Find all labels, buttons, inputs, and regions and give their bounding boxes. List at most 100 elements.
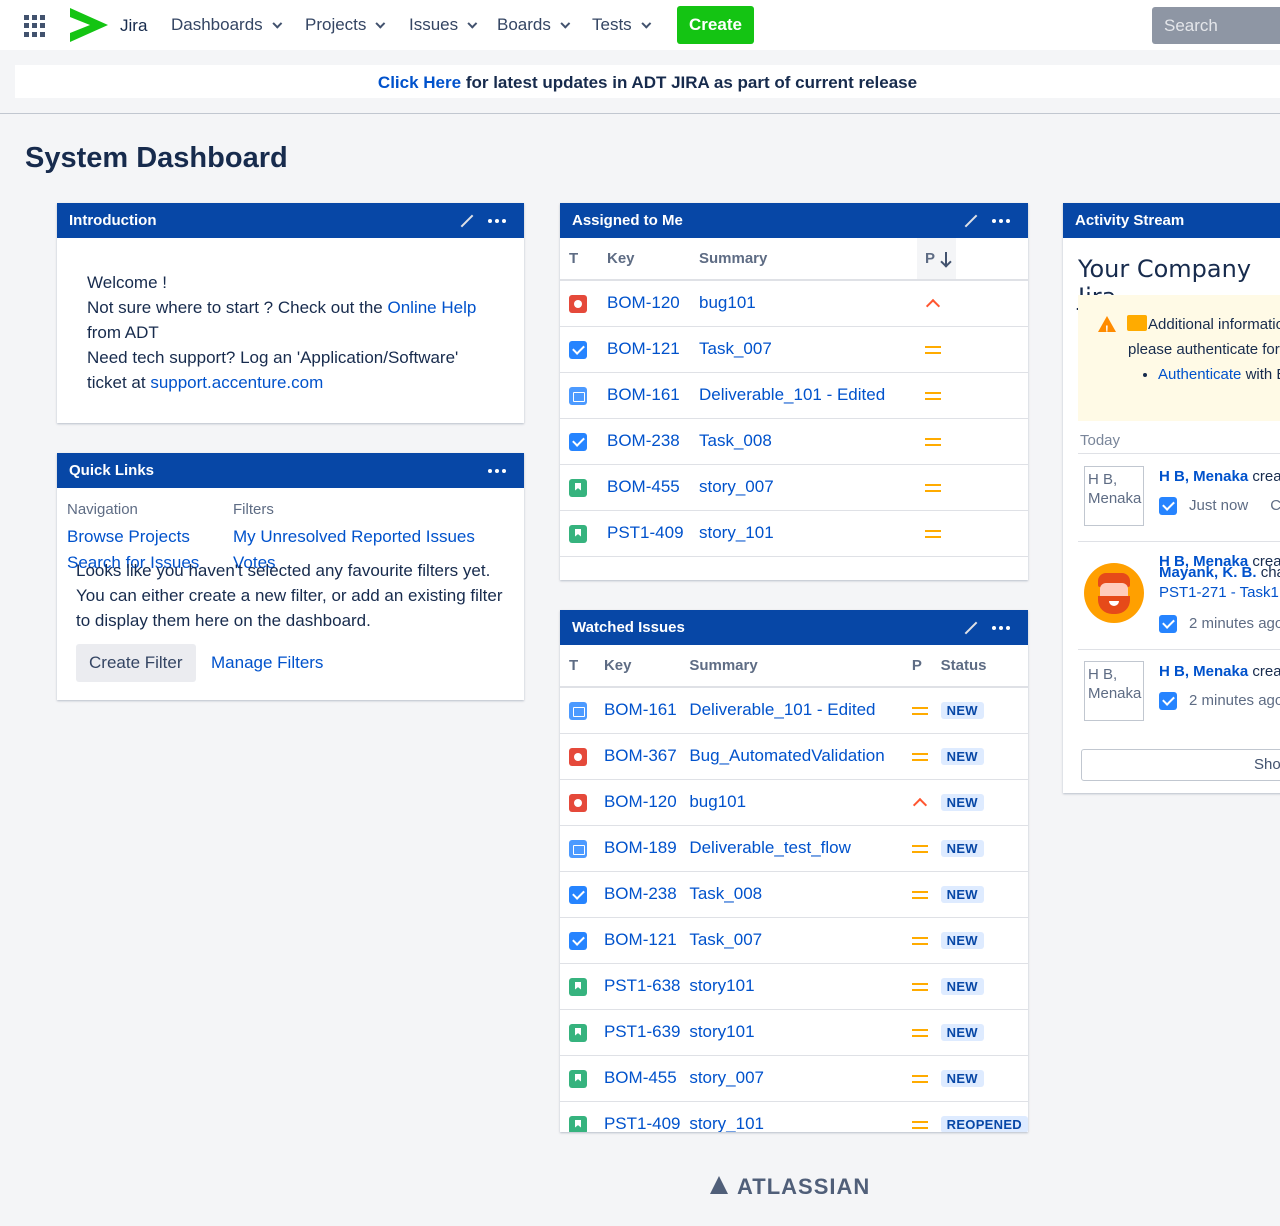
expand-icon[interactable] <box>962 619 980 637</box>
issue-key-link[interactable]: BOM-189 <box>604 838 677 857</box>
table-row[interactable]: BOM-161 Deliverable_101 - Edited <box>560 372 1028 419</box>
issue-summary-link[interactable]: Task_008 <box>699 431 772 450</box>
issue-summary-link[interactable]: story_007 <box>689 1068 764 1087</box>
table-row[interactable]: BOM-121 Task_007 NEW <box>560 917 1028 964</box>
table-row[interactable]: BOM-455 story_007 NEW <box>560 1055 1028 1102</box>
nav-projects[interactable]: Projects <box>305 15 386 35</box>
empty-cell <box>956 372 1028 419</box>
issue-key-link[interactable]: BOM-121 <box>604 930 677 949</box>
more-options-icon[interactable] <box>488 468 506 473</box>
create-button[interactable]: Create <box>677 6 754 44</box>
user-link[interactable]: H B, Menaka <box>1159 468 1248 485</box>
table-row[interactable]: PST1-639 story101 NEW <box>560 1009 1028 1056</box>
issue-key-link[interactable]: BOM-238 <box>604 884 677 903</box>
nav-issues[interactable]: Issues <box>409 15 478 35</box>
issue-summary-link[interactable]: story_007 <box>699 477 774 496</box>
issue-key-link[interactable]: BOM-455 <box>604 1068 677 1087</box>
issue-summary-link[interactable]: story101 <box>689 1022 754 1041</box>
column-key[interactable]: Key <box>607 238 699 281</box>
table-row[interactable]: BOM-121 Task_007 <box>560 326 1028 373</box>
issue-summary-link[interactable]: Task_007 <box>689 930 762 949</box>
nav-dashboards[interactable]: Dashboards <box>171 15 282 35</box>
user-link[interactable]: Mayank, K. B. <box>1159 564 1257 581</box>
more-options-icon[interactable] <box>992 625 1010 630</box>
issue-key-link[interactable]: BOM-120 <box>604 792 677 811</box>
issue-key-link[interactable]: BOM-120 <box>607 293 680 312</box>
issue-summary-link[interactable]: Bug_AutomatedValidation <box>689 746 884 765</box>
issue-key-link[interactable]: PST1-409 <box>607 523 684 542</box>
warning-icon <box>1098 316 1116 343</box>
nav-tests[interactable]: Tests <box>592 15 651 35</box>
issue-key-link[interactable]: BOM-161 <box>604 700 677 719</box>
app-name[interactable]: Jira <box>120 16 147 36</box>
manage-filters-link[interactable]: Manage Filters <box>198 644 336 682</box>
column-type[interactable]: T <box>560 238 607 281</box>
avatar[interactable] <box>1084 563 1144 623</box>
status-badge: NEW <box>940 794 984 811</box>
issue-summary-link[interactable]: Deliverable_101 - Edited <box>689 700 875 719</box>
issue-summary-link[interactable]: Deliverable_101 - Edited <box>699 385 885 404</box>
column-key[interactable]: Key <box>603 645 690 688</box>
footer-brand[interactable]: ATLASSIAN <box>737 1174 870 1200</box>
more-options-icon[interactable] <box>992 218 1010 223</box>
priority-cell <box>903 871 941 918</box>
column-status[interactable]: Status <box>940 645 1028 688</box>
issue-key-link[interactable]: BOM-121 <box>607 339 680 358</box>
table-row[interactable]: PST1-409 story_101 <box>560 510 1028 557</box>
create-filter-button[interactable]: Create Filter <box>76 644 196 682</box>
table-row[interactable]: BOM-161 Deliverable_101 - Edited NEW <box>560 687 1028 734</box>
browse-projects-link[interactable]: Browse Projects <box>67 527 190 546</box>
column-type[interactable]: T <box>560 645 604 688</box>
issue-key-link[interactable]: PST1-639 <box>604 1022 681 1041</box>
table-row[interactable]: BOM-455 story_007 <box>560 464 1028 511</box>
table-row[interactable]: BOM-120 bug101 NEW <box>560 779 1028 826</box>
issue-key-link[interactable]: BOM-367 <box>604 746 677 765</box>
avatar[interactable]: H B, Menaka <box>1084 466 1144 526</box>
expand-icon[interactable] <box>962 212 980 230</box>
issue-summary-link[interactable]: story101 <box>689 976 754 995</box>
issue-summary-link[interactable]: bug101 <box>689 792 746 811</box>
table-row[interactable]: BOM-367 Bug_AutomatedValidation NEW <box>560 733 1028 780</box>
summary-cell: Task_008 <box>699 418 917 465</box>
avatar[interactable]: H B, Menaka <box>1084 661 1144 721</box>
app-switcher-icon[interactable] <box>24 15 46 37</box>
issue-key-link[interactable]: BOM-161 <box>607 385 680 404</box>
table-row[interactable]: PST1-409 story_101 REOPENED <box>560 1101 1028 1132</box>
issue-summary-link[interactable]: Task_007 <box>699 339 772 358</box>
column-priority[interactable]: P <box>903 645 941 688</box>
unresolved-issues-link[interactable]: My Unresolved Reported Issues <box>233 527 475 546</box>
issue-link[interactable]: PST1-271 - Task1 <box>1159 584 1279 601</box>
table-row[interactable]: PST1-638 story101 NEW <box>560 963 1028 1010</box>
search-input[interactable]: Search <box>1152 7 1280 44</box>
announcement-link[interactable]: Click Here <box>378 73 461 92</box>
table-row[interactable]: BOM-238 Task_008 NEW <box>560 871 1028 918</box>
nav-boards[interactable]: Boards <box>497 15 571 35</box>
issue-key-link[interactable]: BOM-455 <box>607 477 680 496</box>
issue-summary-link[interactable]: Task_008 <box>689 884 762 903</box>
column-priority[interactable]: P <box>917 238 956 281</box>
online-help-link[interactable]: Online Help <box>387 298 476 317</box>
issue-summary-link[interactable]: Deliverable_test_flow <box>689 838 851 857</box>
table-row[interactable]: BOM-238 Task_008 <box>560 418 1028 465</box>
issue-summary-link[interactable]: bug101 <box>699 293 756 312</box>
issue-key-link[interactable]: BOM-238 <box>607 431 680 450</box>
support-link[interactable]: support.accenture.com <box>150 373 323 392</box>
table-row[interactable]: BOM-189 Deliverable_test_flow NEW <box>560 825 1028 872</box>
show-more-button[interactable]: Sho <box>1081 749 1280 781</box>
accenture-logo-icon[interactable] <box>68 6 110 44</box>
key-cell: BOM-455 <box>603 1055 690 1102</box>
deliverable-icon <box>569 386 587 405</box>
authenticate-link[interactable]: Authenticate <box>1158 366 1241 383</box>
column-summary[interactable]: Summary <box>699 238 917 281</box>
column-summary[interactable]: Summary <box>689 645 904 688</box>
issue-summary-link[interactable]: story_101 <box>689 1114 764 1132</box>
issue-key-link[interactable]: PST1-409 <box>604 1114 681 1132</box>
priority-cell <box>903 825 941 872</box>
more-options-icon[interactable] <box>488 218 506 223</box>
introduction-gadget: Introduction Welcome ! Not sure where to… <box>57 203 524 423</box>
user-link[interactable]: H B, Menaka <box>1159 663 1248 680</box>
table-row[interactable]: BOM-120 bug101 <box>560 280 1028 327</box>
issue-key-link[interactable]: PST1-638 <box>604 976 681 995</box>
issue-summary-link[interactable]: story_101 <box>699 523 774 542</box>
expand-icon[interactable] <box>458 212 476 230</box>
